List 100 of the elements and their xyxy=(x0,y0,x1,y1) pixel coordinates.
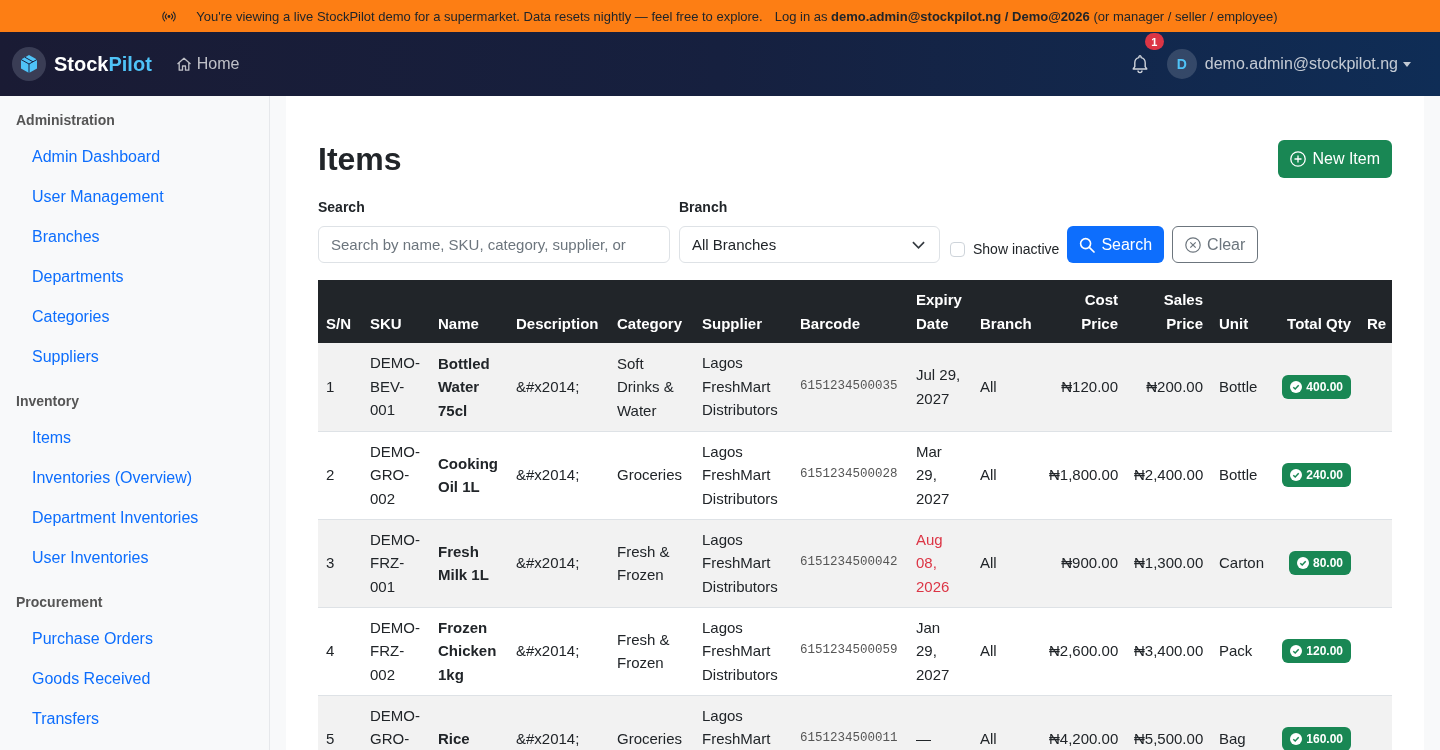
table-cell: Pack xyxy=(1211,607,1274,695)
table-cell: 6151234500042 xyxy=(792,519,908,607)
table-cell: ₦200.00 xyxy=(1126,343,1211,431)
table-cell: ₦1,800.00 xyxy=(1041,431,1126,519)
check-circle-icon xyxy=(1290,468,1303,481)
table-cell: &#x2014; xyxy=(508,607,609,695)
quantity-value: 240.00 xyxy=(1306,466,1343,484)
table-cell: Lagos FreshMart Distributors xyxy=(694,519,792,607)
table-cell: Fresh & Frozen xyxy=(609,607,694,695)
table-cell: Fresh Milk 1L xyxy=(430,519,508,607)
table-cell: DEMO-FRZ-002 xyxy=(362,607,430,695)
field-label: Search xyxy=(318,198,365,217)
table-cell: Groceries xyxy=(609,695,694,750)
sidebar-link[interactable]: Suppliers xyxy=(32,337,99,377)
table-cell: Lagos FreshMart Distributors xyxy=(694,607,792,695)
sidebar-link[interactable]: Items xyxy=(32,418,72,458)
branch-select[interactable]: All Branches xyxy=(679,226,940,263)
sidebar-link[interactable]: Branches xyxy=(32,217,100,257)
quantity-value: 400.00 xyxy=(1306,378,1343,396)
table-cell: Lagos FreshMart xyxy=(694,695,792,750)
search-button[interactable]: Search xyxy=(1067,226,1165,263)
table-cell: 6151234500028 xyxy=(792,431,908,519)
table-cell: ₦2,600.00 xyxy=(1041,607,1126,695)
home-link[interactable]: Home xyxy=(175,55,240,73)
table-cell: Groceries xyxy=(609,431,694,519)
table-cell: Rice xyxy=(430,695,508,750)
quantity-value: 160.00 xyxy=(1306,730,1343,748)
table-cell: ₦120.00 xyxy=(1041,343,1126,431)
table-cell: All xyxy=(972,695,1041,750)
check-circle-icon xyxy=(1290,732,1303,745)
table-cell: Jan 29, 2027 xyxy=(908,607,972,695)
check-circle-icon xyxy=(1296,556,1309,569)
sidebar-link[interactable]: User Inventories xyxy=(32,538,149,578)
table-cell: ₦3,400.00 xyxy=(1126,607,1211,695)
table-cell: Bag xyxy=(1211,695,1274,750)
column-header: Description xyxy=(508,280,609,343)
quantity-value: 80.00 xyxy=(1312,554,1343,572)
table-cell: ₦4,200.00 xyxy=(1041,695,1126,750)
table-cell: Soft Drinks & Water xyxy=(609,343,694,431)
table-cell: &#x2014; xyxy=(508,519,609,607)
check-circle-icon xyxy=(1290,644,1303,657)
table-cell: &#x2014; xyxy=(508,431,609,519)
sidebar-link[interactable]: Inventories (Overview) xyxy=(32,458,193,498)
checkbox[interactable] xyxy=(950,241,965,257)
table-cell: Cooking Oil 1L xyxy=(430,431,508,519)
column-header: S/N xyxy=(318,280,362,343)
table-cell: 6151234500011 xyxy=(792,695,908,750)
clear-button[interactable]: Clear xyxy=(1172,226,1259,263)
search-input[interactable]: Search by name, SKU, category, supplier, or xyxy=(318,226,670,263)
field-label: Branch xyxy=(679,198,728,217)
table-cell: All xyxy=(972,519,1041,607)
sidebar-link[interactable]: Admin Dashboard xyxy=(32,137,161,177)
column-header: Name xyxy=(430,280,508,343)
broadcast-icon xyxy=(162,10,177,22)
column-header: Unit xyxy=(1211,280,1274,343)
table-cell: DEMO-GRO-002 xyxy=(362,431,430,519)
column-header: Sales Price xyxy=(1126,280,1211,343)
quantity-value: 120.00 xyxy=(1306,642,1343,660)
sidebar-link[interactable]: Transfers xyxy=(32,699,99,739)
brand-name[interactable]: StockPilot xyxy=(54,52,152,76)
cube-icon[interactable] xyxy=(12,47,46,81)
table-cell: All xyxy=(972,431,1041,519)
table-cell: &#x2014; xyxy=(508,695,609,750)
table-cell: ₦1,300.00 xyxy=(1126,519,1211,607)
column-header: Total Qty xyxy=(1274,280,1359,343)
table-cell: Mar 29, 2027 xyxy=(908,431,972,519)
table-cell: 5 xyxy=(318,695,362,750)
table-cell: 3 xyxy=(318,519,362,607)
user-menu-toggle[interactable]: demo.admin@stockpilot.ng xyxy=(1204,55,1411,73)
column-header: Supplier xyxy=(694,280,792,343)
table-cell: 6151234500059 xyxy=(792,607,908,695)
search-icon xyxy=(1079,236,1096,253)
column-header: Branch xyxy=(972,280,1041,343)
table-cell: — xyxy=(908,695,972,750)
table-cell: Bottle xyxy=(1211,431,1274,519)
home-icon xyxy=(175,56,192,72)
user-avatar[interactable]: D xyxy=(1166,49,1197,79)
sidebar-section-heading: Administration xyxy=(15,111,116,130)
table-cell: Carton xyxy=(1211,519,1274,607)
banner-message: You're viewing a live StockPilot demo for a supermarket. Data resets nightly — feel free to explore. xyxy=(196,8,763,24)
column-header: Cost Price xyxy=(1041,280,1126,343)
new-item-button[interactable]: New Item xyxy=(1278,140,1392,178)
sidebar-link[interactable]: Categories xyxy=(32,297,110,337)
table-cell: Lagos FreshMart Distributors xyxy=(694,343,792,431)
table-cell: &#x2014; xyxy=(508,343,609,431)
table-cell: Jul 29, 2027 xyxy=(908,343,972,431)
table-cell: All xyxy=(972,607,1041,695)
table-cell: 1 xyxy=(318,343,362,431)
sidebar-link[interactable]: Department Inventories xyxy=(32,498,199,538)
login-hint: Log in as demo.admin@stockpilot.ng / Demo@2026 (or manager / seller / employee) xyxy=(774,8,1278,24)
table-cell: Lagos FreshMart Distributors xyxy=(694,431,792,519)
column-header: SKU xyxy=(362,280,430,343)
sidebar-link[interactable]: Departments xyxy=(32,257,124,297)
table-cell: All xyxy=(972,343,1041,431)
sidebar-link[interactable]: User Management xyxy=(32,177,164,217)
sidebar-link[interactable]: Purchase Orders xyxy=(32,619,153,659)
sidebar-link[interactable]: Goods Received xyxy=(32,659,151,699)
checkbox-label[interactable]: Show inactive xyxy=(973,241,1060,257)
table-cell: Aug 08, 2026 xyxy=(908,519,972,607)
table-cell: DEMO-BEV-001 xyxy=(362,343,430,431)
